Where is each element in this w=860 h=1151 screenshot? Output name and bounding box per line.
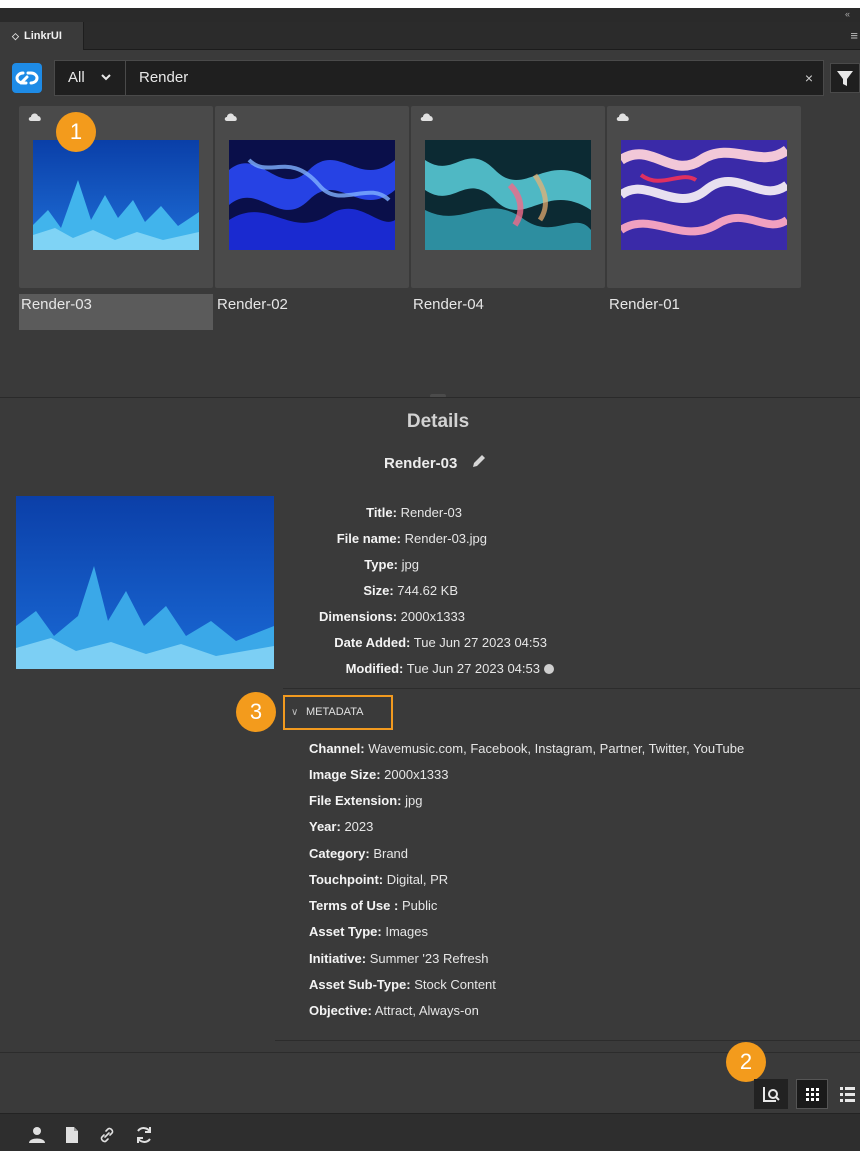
metadata-field: Objective: Attract, Always-on <box>309 1003 479 1018</box>
asset-card[interactable] <box>215 106 409 288</box>
detail-field-size: Size: 744.62 KB <box>363 583 458 598</box>
detail-field-file-name: File name: Render-03.jpg <box>336 531 487 546</box>
tab-diamond-icon: ◇ <box>12 31 19 41</box>
search-query: Render <box>139 69 189 86</box>
panel-tab-bar: ◇ LinkrUI ≡ <box>0 22 860 50</box>
asset-grid: Render-03 Render-02 Render-04 Render-01 <box>0 106 860 396</box>
cloud-icon <box>224 113 237 121</box>
callout-badge-3: 3 <box>236 692 276 732</box>
clear-search-icon[interactable]: × <box>805 61 813 95</box>
tab-linkrui[interactable]: ◇ LinkrUI <box>0 22 84 50</box>
scope-select-value: All <box>68 69 85 86</box>
search-row: All Render × <box>0 60 860 96</box>
asset-thumbnail <box>229 140 395 250</box>
metadata-field: Asset Type: Images <box>309 924 428 939</box>
detail-field-dimensions: Dimensions: 2000x1333 <box>319 609 465 624</box>
collapse-panel-icon[interactable]: « <box>845 8 850 20</box>
linkrui-panel: « ◇ LinkrUI ≡ All Render × Render-03 Ren… <box>0 8 860 1151</box>
filter-funnel-icon[interactable] <box>830 63 860 93</box>
preview-toggle-icon <box>763 1087 780 1102</box>
asset-card-label[interactable]: Render-04 <box>411 294 605 330</box>
search-input[interactable]: Render × <box>125 60 824 96</box>
asset-card[interactable] <box>607 106 801 288</box>
cloud-icon <box>28 113 41 121</box>
cloud-icon <box>420 113 433 121</box>
detail-field-title: Title: Render-03 <box>366 505 462 520</box>
refresh-icon[interactable] <box>134 1126 154 1144</box>
link-icon[interactable] <box>98 1126 116 1144</box>
metadata-divider <box>275 1040 860 1041</box>
asset-card[interactable] <box>19 106 213 288</box>
panel-menu-icon[interactable]: ≡ <box>850 28 858 43</box>
asset-card-label[interactable]: Render-03 <box>19 294 213 330</box>
metadata-toggle[interactable]: ∨ METADATA <box>283 695 393 730</box>
section-divider <box>0 397 860 398</box>
panel-top-strip: « <box>0 8 860 22</box>
metadata-field: Terms of Use : Public <box>309 898 438 913</box>
asset-thumbnail <box>425 140 591 250</box>
metadata-field: Asset Sub-Type: Stock Content <box>309 977 496 992</box>
asset-card-label[interactable]: Render-01 <box>607 294 801 330</box>
metadata-field: File Extension: jpg <box>309 793 423 808</box>
sync-status-dot <box>544 664 554 674</box>
asset-card[interactable] <box>411 106 605 288</box>
metadata-field: Touchpoint: Digital, PR <box>309 872 449 887</box>
document-icon[interactable] <box>64 1126 80 1144</box>
chevron-down-icon <box>100 61 112 108</box>
grid-view-button[interactable] <box>796 1079 828 1109</box>
metadata-field: Year: 2023 <box>309 819 374 834</box>
asset-thumbnail <box>621 140 787 250</box>
linkr-logo-icon[interactable] <box>12 63 42 93</box>
preview-toggle-button[interactable] <box>754 1079 788 1109</box>
asset-preview-image <box>16 496 274 669</box>
callout-badge-1: 1 <box>56 112 96 152</box>
tab-label: LinkrUI <box>23 30 62 42</box>
detail-field-modified: Modified: Tue Jun 27 2023 04:53 <box>346 661 554 676</box>
detail-field-date-added: Date Added: Tue Jun 27 2023 04:53 <box>334 635 547 650</box>
chevron-down-icon: ∨ <box>291 707 299 718</box>
cloud-icon <box>616 113 629 121</box>
metadata-toggle-label: METADATA <box>306 706 364 718</box>
bottom-toolbar <box>0 1113 860 1151</box>
details-heading: Details <box>406 411 470 432</box>
metadata-field: Initiative: Summer '23 Refresh <box>309 951 489 966</box>
list-view-icon <box>840 1087 855 1102</box>
asset-thumbnail <box>33 140 199 250</box>
metadata-field: Image Size: 2000x1333 <box>309 767 449 782</box>
scope-select[interactable]: All <box>54 60 125 96</box>
metadata-field: Channel: Wavemusic.com, Facebook, Instag… <box>309 741 745 756</box>
callout-badge-2: 2 <box>726 1042 766 1082</box>
details-divider <box>283 688 860 689</box>
asset-name: Render-03 <box>384 455 458 472</box>
asset-card-label[interactable]: Render-02 <box>215 294 409 330</box>
pencil-icon[interactable] <box>470 452 488 470</box>
grid-view-icon <box>806 1088 819 1101</box>
detail-field-type: Type: jpg <box>364 557 419 572</box>
list-view-button[interactable] <box>834 1079 860 1109</box>
metadata-field: Category: Brand <box>309 846 409 861</box>
user-icon[interactable] <box>28 1126 46 1144</box>
